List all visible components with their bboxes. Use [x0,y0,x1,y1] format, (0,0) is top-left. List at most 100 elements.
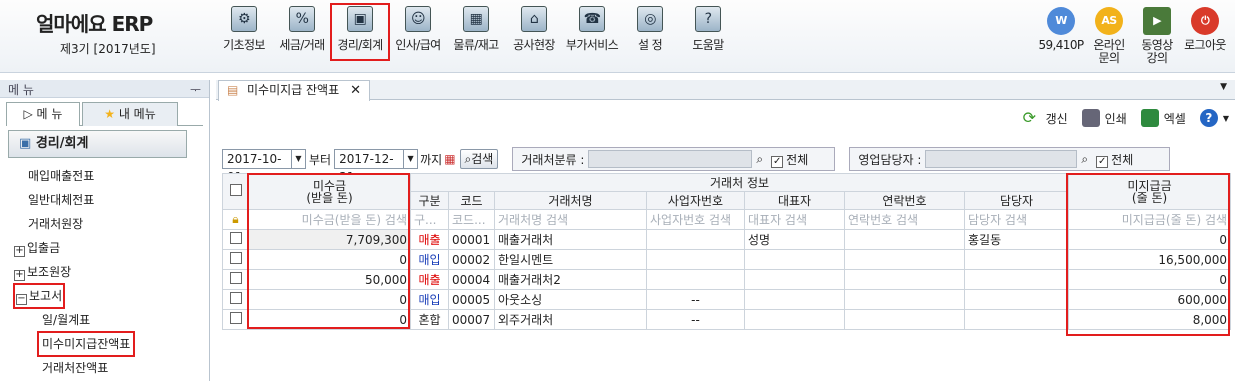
cell-mgr [963,249,1070,270]
sidebar-item-receivable-payable[interactable]: 미수미지급잔액표 [36,331,136,357]
cell-tel [844,249,965,270]
online-inquiry-button[interactable]: AS 온라인 문의 [1085,5,1133,65]
category-header[interactable]: ▣ 경리/회계 [8,130,187,158]
search-button[interactable]: ⌕검색 [459,149,499,169]
online-inquiry-icon: AS [1095,7,1123,35]
points-button[interactable]: W 59,410P [1037,5,1085,65]
excel-button[interactable]: 엑셀 [1140,109,1186,127]
date-to-input[interactable]: 2017-12-31 [334,149,405,184]
cell-mgr [963,309,1070,330]
cell-name: 매출거래처 [494,229,647,250]
date-from-input[interactable]: 2017-10-01 [222,149,292,184]
cell-code: 00001 [448,229,495,250]
refresh-button[interactable]: ⟳ 갱신 [1023,109,1068,127]
col-header[interactable]: 구분 [410,191,449,210]
row-checkbox[interactable] [229,232,242,244]
search-icon[interactable]: ⌕ [1081,152,1088,167]
pin-icon[interactable]: ᅮ [190,81,201,97]
row-checkbox[interactable] [229,252,242,264]
search-cell[interactable]: 대표자 검색 [744,209,845,230]
manager-filter: 영업담당자 : ⌕ ✓ 전체 [849,147,1171,171]
cell-name: 한일시멘트 [494,249,647,270]
menu-item-gear[interactable]: ⚙ 기초정보 [215,4,273,60]
tab-dropdown-icon[interactable]: ▼ [1220,82,1227,92]
menu-item-boxes[interactable]: ▦ 물류/재고 [447,4,505,60]
logout-icon: ⏻ [1191,7,1219,35]
menu-item-person[interactable]: ☺ 인사/급여 [389,4,447,60]
row-checkbox[interactable] [229,312,242,324]
expand-icon[interactable]: + [14,246,25,257]
header-checkbox[interactable] [222,173,249,210]
cell-rep [744,309,845,330]
cell-rep: 성명 [744,229,845,250]
sidebar-item[interactable]: 거래처잔액표 [28,356,209,380]
video-lecture-button[interactable]: ▶ 동영상 강의 [1133,5,1181,65]
menu-item-crane[interactable]: ⌂ 공사현장 [505,4,563,60]
print-button[interactable]: 인쇄 [1081,109,1127,127]
group-label: 보고서 [29,289,63,303]
menu-item-register[interactable]: ▣ 경리/회계 [330,3,390,61]
category-all-checkbox[interactable]: ✓ [771,155,784,168]
main-menu: ⚙ 기초정보% 세금/거래 ▣ 경리/회계 ☺ 인사/급여 ▦ 물류/재고 ⌂ 공사현장 ☎ 부가서비스… [215,3,737,61]
menu-item-percent[interactable]: % 세금/거래 [273,4,331,60]
row-checkbox[interactable] [229,272,242,284]
search-cell[interactable]: 사업자번호 검색 [646,209,745,230]
help-button[interactable]: ? ▼ [1199,109,1229,127]
group-reports[interactable]: − 보고서 [12,283,209,309]
date-to-dropdown[interactable]: ▼ [404,149,419,169]
row-checkbox[interactable] [229,292,242,304]
col-header[interactable]: 연락번호 [844,191,965,210]
menu-item-phone[interactable]: ☎ 부가서비스 [563,4,621,60]
lock-icon[interactable]: 🔒︎ [232,212,238,226]
calendar-icon[interactable]: ▦ [444,152,455,166]
top-bar: 얼마에요 ERP 제3기 [2017년도] ⚙ 기초정보% 세금/거래 ▣ 경리/회계 ☺… [0,0,1235,73]
search-cell[interactable]: 담당자 검색 [963,209,1070,230]
cell-mgr [963,289,1070,310]
search-cell[interactable]: 구... [410,209,449,230]
cell-biz [646,269,745,290]
sidebar-item[interactable]: 거래처원장 [28,212,209,236]
cell-tel [844,289,965,310]
menu-item-settings[interactable]: ◎ 설 정 [621,4,679,60]
date-from-dropdown[interactable]: ▼ [292,149,306,169]
search-cell[interactable]: 거래처명 검색 [494,209,647,230]
search-cell[interactable]: 코드... [448,209,495,230]
doc-tab[interactable]: ▤ 미수미지급 잔액표 ✕ [218,80,370,101]
cell-biz [646,229,745,250]
video-lecture-icon: ▶ [1143,7,1171,35]
col-header[interactable]: 거래처명 [494,191,647,210]
right-menu-label: 로그아웃 [1184,38,1226,52]
logout-button[interactable]: ⏻ 로그아웃 [1181,5,1229,65]
menu-item-help[interactable]: ? 도움말 [679,4,737,60]
app-logo: 얼마에요 ERP [36,12,153,36]
col-header[interactable]: 사업자번호 [646,191,745,210]
close-icon[interactable]: ✕ [350,81,361,100]
expand-icon[interactable]: + [14,270,25,281]
tab-my-menu[interactable]: ★ 내 메뉴 [82,102,178,126]
group-label: 보조원장 [27,265,72,279]
col-header[interactable]: 대표자 [744,191,845,210]
col-header[interactable]: 코드 [448,191,495,210]
cell-tel [844,309,965,330]
sidebar-item[interactable]: 일/월계표 [28,308,209,332]
from-suffix: 부터 [309,152,332,167]
manager-filter-input[interactable] [925,150,1078,168]
filter-bar: 2017-10-01▼ 부터 2017-12-31▼ 까지 ▦ ⌕검색 거래처분… [222,147,1171,184]
sidebar-item[interactable]: 일반대체전표 [28,188,209,212]
col-header[interactable]: 담당자 [963,191,1070,210]
cell-rep [744,269,845,290]
group-deposit[interactable]: + 입출금 [14,236,209,260]
menu-item-label: 도움말 [692,38,724,52]
refresh-label: 갱신 [1045,111,1068,126]
search-icon[interactable]: ⌕ [756,152,763,167]
category-label: 경리/회계 [35,136,89,151]
cell-mgr [963,269,1070,290]
collapse-icon[interactable]: − [16,294,27,305]
category-filter-input[interactable] [588,150,753,168]
sidebar-item[interactable]: 매입매출전표 [28,164,209,188]
group-ledger[interactable]: + 보조원장 [14,260,209,284]
category-all-label: 전체 [786,152,809,167]
manager-all-checkbox[interactable]: ✓ [1096,155,1109,168]
search-cell[interactable]: 연락번호 검색 [844,209,965,230]
tab-menu[interactable]: ▷ 메 뉴 [6,102,80,126]
